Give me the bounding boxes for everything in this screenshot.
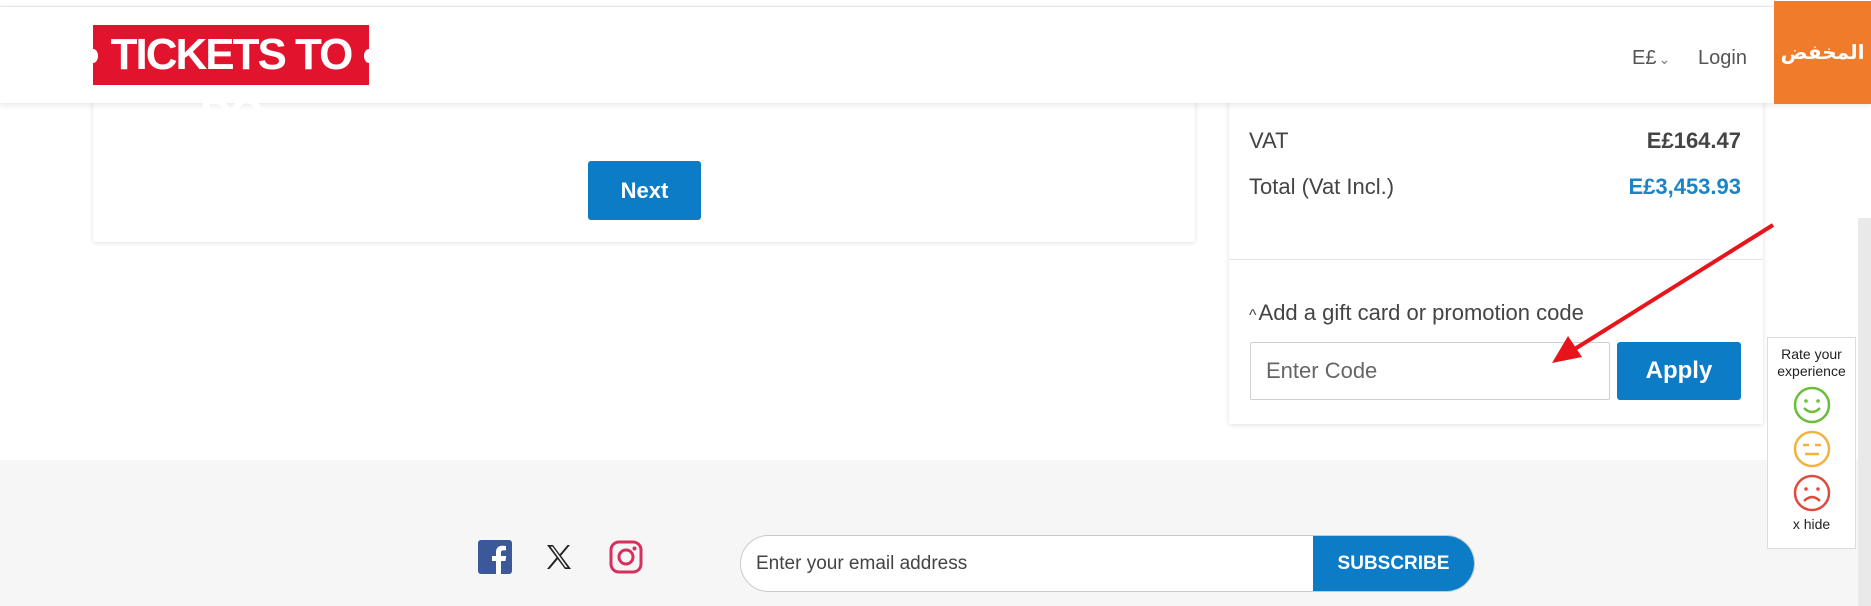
rating-title: Rate your experience xyxy=(1777,346,1846,379)
site-footer: SUBSCRIBE xyxy=(0,460,1871,606)
almokhafad-badge[interactable]: المخفض xyxy=(1774,1,1871,104)
hide-rating-button[interactable]: x hide xyxy=(1768,516,1855,532)
sad-face-icon[interactable] xyxy=(1793,474,1831,512)
email-input[interactable] xyxy=(741,536,1313,591)
tickets-to-do-logo[interactable]: TICKETS TO DO xyxy=(88,25,374,139)
total-label: Total (Vat Incl.) xyxy=(1249,174,1395,199)
rate-experience-widget: Rate your experience x hide xyxy=(1767,337,1856,549)
x-icon[interactable] xyxy=(545,543,573,571)
total-value: E£3,453.93 xyxy=(1628,174,1741,199)
checkout-page: Next VAT E£164.47 Total (Vat Incl.) E£3,… xyxy=(0,0,1871,606)
login-link[interactable]: Login xyxy=(1698,47,1747,70)
next-button[interactable]: Next xyxy=(588,161,701,220)
currency-selector[interactable]: E£ ⌄ xyxy=(1632,47,1670,70)
neutral-face-icon[interactable] xyxy=(1793,430,1831,468)
gift-card-toggle-label: Add a gift card or promotion code xyxy=(1258,300,1584,325)
chevron-down-icon: ⌄ xyxy=(1658,51,1671,67)
site-header: TICKETS TO DO E£ ⌄ Login المخفض xyxy=(0,1,1871,139)
currency-label: E£ xyxy=(1632,47,1657,69)
facebook-icon[interactable] xyxy=(478,540,512,574)
instagram-icon[interactable] xyxy=(609,540,643,574)
page-scrollbar[interactable] xyxy=(1858,218,1871,606)
red-arrow-annotation xyxy=(1552,223,1775,363)
subscribe-button[interactable]: SUBSCRIBE xyxy=(1313,536,1474,591)
gift-card-toggle[interactable]: ^Add a gift card or promotion code xyxy=(1249,300,1584,326)
vat-value: E£164.47 xyxy=(1646,128,1741,153)
newsletter-form: SUBSCRIBE xyxy=(740,535,1475,592)
vat-label: VAT xyxy=(1249,128,1289,153)
happy-face-icon[interactable] xyxy=(1793,386,1831,424)
caret-up-icon: ^ xyxy=(1249,307,1257,324)
